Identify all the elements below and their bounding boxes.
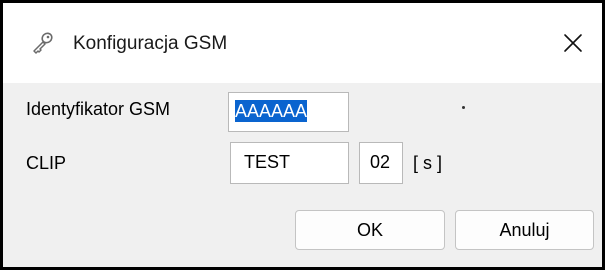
title-bar[interactable]: Konfiguracja GSM <box>3 3 602 83</box>
gsm-id-value: AAAAAA <box>235 100 308 122</box>
clip-input[interactable]: TEST <box>230 142 349 184</box>
close-button[interactable] <box>558 28 588 58</box>
close-icon <box>564 34 582 52</box>
clip-interval-input[interactable]: 02 <box>359 142 403 184</box>
clip-label: CLIP <box>26 153 67 173</box>
ok-button[interactable]: OK <box>295 210 445 250</box>
gsm-id-label: Identyfikator GSM <box>26 99 171 119</box>
gsm-id-input[interactable]: AAAAAA <box>228 92 349 132</box>
clip-interval-unit: [ s ] <box>413 153 443 173</box>
stray-dot <box>462 106 465 109</box>
gsm-config-dialog: Konfiguracja GSM Identyfikator GSM AAAAA… <box>0 0 605 270</box>
cancel-button[interactable]: Anuluj <box>455 210 594 250</box>
dialog-title: Konfiguracja GSM <box>73 33 228 54</box>
key-icon <box>29 30 55 56</box>
